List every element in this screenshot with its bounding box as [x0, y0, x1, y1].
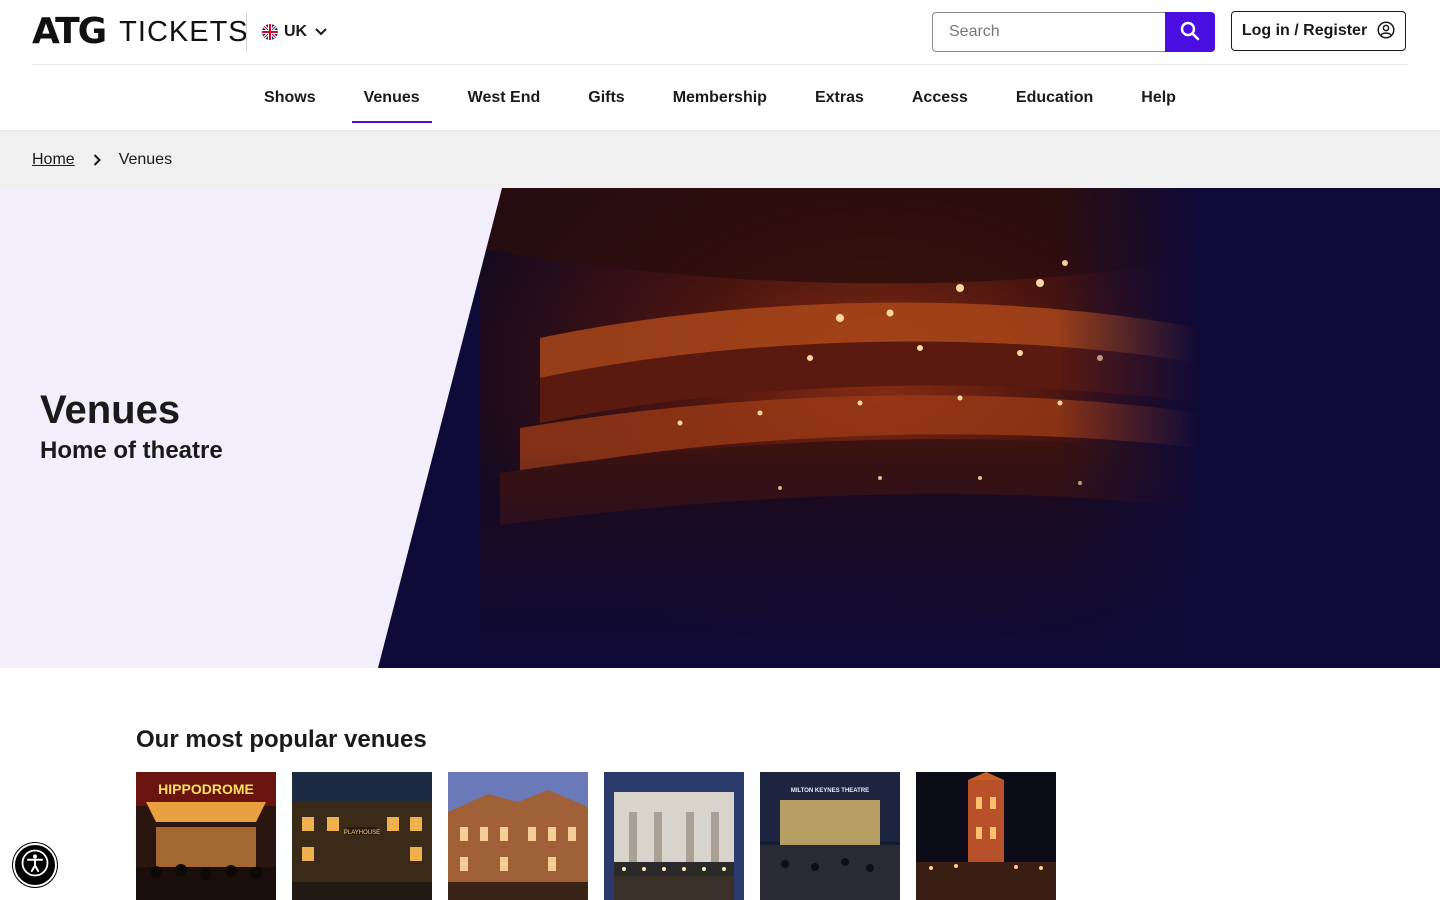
user-circle-icon [1377, 20, 1395, 42]
nav-item-help[interactable]: Help [1117, 65, 1200, 131]
venue-card-playhouse[interactable]: PLAYHOUSE [292, 772, 432, 900]
popular-venues-list: HIPPODROME PLAYHOUSE MILTON KEYNES THEAT… [136, 772, 1056, 900]
chevron-right-icon [93, 153, 101, 166]
chevron-down-icon [315, 23, 327, 41]
venue-image: HIPPODROME [136, 772, 276, 900]
uk-flag-icon [262, 24, 278, 40]
venue-image [916, 772, 1056, 900]
venue-sign-text: HIPPODROME [158, 781, 254, 797]
nav-item-membership[interactable]: Membership [649, 65, 791, 131]
nav-item-access[interactable]: Access [888, 65, 992, 131]
venue-card-theatre-3[interactable] [448, 772, 588, 900]
venue-image [604, 772, 744, 900]
accessibility-icon [21, 849, 49, 882]
venue-card-hippodrome[interactable]: HIPPODROME [136, 772, 276, 900]
accessibility-button[interactable] [13, 843, 57, 887]
hero-subtitle: Home of theatre [40, 437, 223, 464]
nav-item-gifts[interactable]: Gifts [564, 65, 648, 131]
nav-item-shows[interactable]: Shows [240, 65, 340, 131]
breadcrumb-current: Venues [118, 150, 173, 168]
nav-item-extras[interactable]: Extras [791, 65, 888, 131]
main-nav: Shows Venues West End Gifts Membership E… [0, 65, 1440, 131]
logo-divider [246, 12, 247, 52]
venue-sign-text: PLAYHOUSE [344, 830, 380, 836]
breadcrumb-home-link[interactable]: Home [32, 151, 75, 169]
hero-title: Venues [40, 388, 181, 432]
breadcrumb: Home Venues [0, 131, 1440, 188]
region-label: UK [284, 23, 308, 40]
logo-mark: ATG [32, 11, 107, 52]
nav-item-west-end[interactable]: West End [444, 65, 565, 131]
atg-tickets-logo[interactable]: ATG TICKETS [32, 14, 249, 50]
nav-item-venues[interactable]: Venues [340, 65, 444, 131]
region-selector[interactable]: UK [262, 20, 327, 44]
venue-image: MILTON KEYNES THEATRE [760, 772, 900, 900]
venue-card-milton-keynes[interactable]: MILTON KEYNES THEATRE [760, 772, 900, 900]
hero-light-panel [0, 188, 502, 668]
site-header: ATG TICKETS UK Log in / Register [0, 0, 1440, 65]
login-register-label: Log in / Register [1241, 22, 1368, 39]
search-icon [1180, 21, 1200, 44]
search-input[interactable] [932, 12, 1197, 52]
login-register-button[interactable]: Log in / Register [1231, 11, 1406, 51]
logo-text: TICKETS [119, 16, 249, 48]
search-button[interactable] [1165, 12, 1215, 52]
venue-image: PLAYHOUSE [292, 772, 432, 900]
venue-card-theatre-4[interactable] [604, 772, 744, 900]
venue-sign-text: MILTON KEYNES THEATRE [791, 788, 869, 794]
hero-banner: Venues Home of theatre [0, 188, 1440, 668]
venue-card-theatre-6[interactable] [916, 772, 1056, 900]
nav-item-education[interactable]: Education [992, 65, 1117, 131]
popular-venues-title: Our most popular venues [136, 726, 427, 753]
venue-image [448, 772, 588, 900]
